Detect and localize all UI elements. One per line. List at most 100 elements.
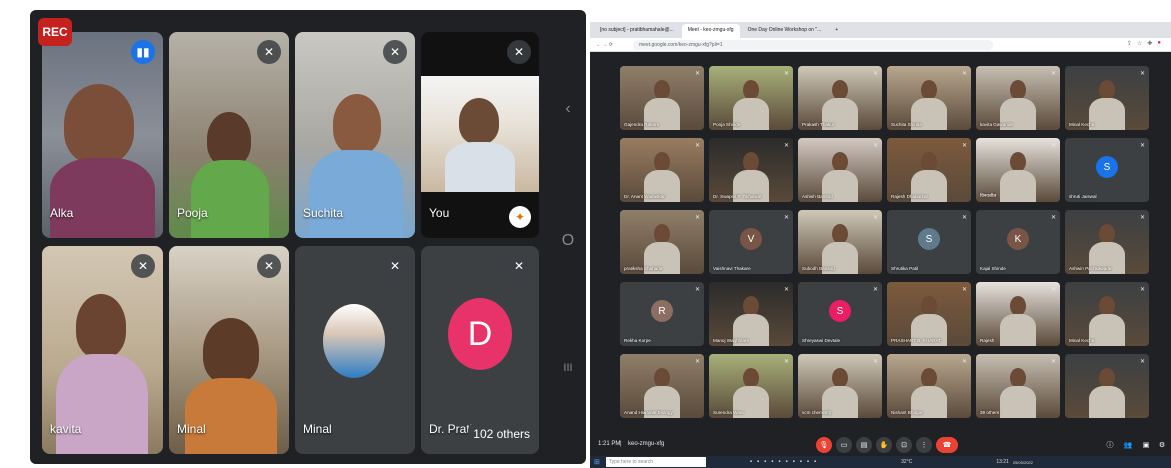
participant-video: [50, 158, 155, 238]
others-count-badge[interactable]: 102 others: [468, 424, 535, 444]
participant-tile[interactable]: S ✕ Shreyaswi Devtale: [798, 282, 882, 346]
participant-video: [887, 354, 971, 418]
captions-button[interactable]: ▤: [856, 437, 872, 453]
browser-tab[interactable]: Meet - keo-zmgu-xfg: [681, 24, 740, 38]
participant-tile[interactable]: ✕ kavita: [42, 246, 163, 454]
participant-tile[interactable]: ✕ kavita Gawande: [976, 66, 1060, 130]
participant-tile[interactable]: K ✕ Kajal Shinde: [976, 210, 1060, 274]
participant-tile[interactable]: ✕ Rajesh Dhabarkar: [887, 138, 971, 202]
participant-tile[interactable]: ✕ 39 others: [976, 354, 1060, 418]
participant-tile[interactable]: ✕ Prakash Thakur: [798, 66, 882, 130]
end-call-button[interactable]: ☎: [936, 437, 958, 453]
mic-off-icon: ✕: [961, 359, 967, 365]
share-icon[interactable]: ⇪: [1127, 40, 1132, 47]
participant-tile[interactable]: ✕ Minal: [295, 246, 415, 454]
participant-tile[interactable]: ✕ Nishant Bhagat: [887, 354, 971, 418]
camera-toggle-button[interactable]: ▭: [836, 437, 852, 453]
participant-tile[interactable]: ✕ Minal Keche: [1065, 66, 1149, 130]
participant-tile[interactable]: ✕ Rajesh: [976, 282, 1060, 346]
mic-off-icon: ✕: [694, 287, 700, 293]
participant-tile[interactable]: S ✕ Shrutika Patil: [887, 210, 971, 274]
participant-tile[interactable]: ✕ Pooja Shinde: [709, 66, 793, 130]
participant-name: pratiksha Shahade: [624, 266, 663, 271]
participant-tile[interactable]: ✕ Pooja: [169, 32, 289, 238]
recents-nav-button[interactable]: III: [548, 362, 588, 374]
clock: 13:21: [996, 459, 1009, 465]
info-icon[interactable]: ⓘ: [1102, 437, 1118, 453]
participant-tile[interactable]: ✕: [1065, 354, 1149, 418]
participant-tile[interactable]: ✕ Surendra Wani: [709, 354, 793, 418]
mic-off-icon: ✕: [383, 254, 407, 278]
profile-icon[interactable]: ●: [1157, 40, 1161, 47]
star-icon[interactable]: ☆: [1137, 40, 1142, 47]
activities-icon[interactable]: ⚙: [1154, 437, 1170, 453]
participant-video: [1065, 210, 1149, 274]
present-button[interactable]: ⊡: [896, 437, 912, 453]
participant-tile[interactable]: R ✕ Rekha Korpe: [620, 282, 704, 346]
chat-icon[interactable]: ▣: [1138, 437, 1154, 453]
participant-tile[interactable]: ✕ Gajendra Rahore: [620, 66, 704, 130]
participant-tile[interactable]: D ✕ Dr. Pratib 102 others: [421, 246, 539, 454]
people-icon[interactable]: 👥: [1120, 437, 1136, 453]
participant-tile[interactable]: ✕ Suchita Shinde: [887, 66, 971, 130]
mic-off-icon: ✕: [1050, 359, 1056, 365]
participant-tile[interactable]: ✕ Dr. Swapnil P. Tikhande: [709, 138, 793, 202]
participant-name: Dr. Swapnil P. Tikhande: [713, 194, 762, 199]
mic-off-icon: ✕: [507, 40, 531, 64]
mic-off-icon: ✕: [1050, 71, 1056, 77]
participant-tile[interactable]: ✕ Minal Keche: [1065, 282, 1149, 346]
participant-tile[interactable]: ✕ Manoj Waghmare: [709, 282, 793, 346]
participant-tile[interactable]: ✕ Ashwin Pachkawade: [1065, 210, 1149, 274]
participant-tile[interactable]: ✕ PRASHANT B. KHARAT: [887, 282, 971, 346]
participant-video: [976, 66, 1060, 130]
back-nav-button[interactable]: ‹: [548, 100, 588, 118]
participant-tile[interactable]: ✕ Minal: [169, 246, 289, 454]
taskbar-search-box[interactable]: Type here to search: [605, 457, 706, 467]
effects-icon[interactable]: ✦: [509, 206, 531, 228]
participant-video: [620, 66, 704, 130]
mic-off-icon: ✕: [694, 359, 700, 365]
participant-tile[interactable]: ✕ pratiksha Shahade: [620, 210, 704, 274]
participant-tile[interactable]: ✕ Ashish Bansod: [798, 138, 882, 202]
reload-icon[interactable]: ⟳: [609, 42, 613, 48]
forward-icon[interactable]: →: [602, 42, 607, 48]
home-nav-button[interactable]: O: [548, 232, 588, 250]
mic-off-icon: ✕: [961, 71, 967, 77]
participant-tile[interactable]: ▮▮ Alka: [42, 32, 163, 238]
participant-tile[interactable]: ✕ विनयशील: [976, 138, 1060, 202]
raise-hand-button[interactable]: ✋: [876, 437, 892, 453]
participant-video: [798, 210, 882, 274]
mic-off-icon: ✕: [1139, 215, 1145, 221]
mic-off-icon: ✕: [1050, 143, 1056, 149]
mic-toggle-button[interactable]: 🎙: [816, 437, 832, 453]
back-icon[interactable]: ←: [596, 42, 601, 48]
participant-tile[interactable]: ✕ Subodh Bansod: [798, 210, 882, 274]
participant-video: [887, 138, 971, 202]
extensions-icon[interactable]: ✚: [1147, 40, 1152, 47]
participant-tile[interactable]: ✕ vcm chemistry: [798, 354, 882, 418]
address-bar[interactable]: meet.google.com/keo-zmgu-xfg?pli=1: [632, 39, 993, 50]
windows-start-icon[interactable]: ⊞: [594, 458, 600, 466]
participant-tile[interactable]: S ✕ shruti Jaiswal: [1065, 138, 1149, 202]
participant-name: Alka: [50, 206, 74, 220]
participant-name: Nishant Bhagat: [891, 410, 923, 415]
participant-name: Vaishnavi Thakare: [713, 266, 751, 271]
participant-name: विनयशील: [980, 193, 997, 198]
participant-avatar: [323, 304, 385, 378]
participant-tile[interactable]: V ✕ Vaishnavi Thakare: [709, 210, 793, 274]
mic-off-icon: ✕: [872, 215, 878, 221]
meet-control-bar: 1:21 PM | keo-zmgu-xfg 🎙 ▭ ▤ ✋ ⊡ ⋮ ☎ ⓘ 👥…: [590, 434, 1171, 456]
new-tab-button[interactable]: +: [829, 24, 844, 38]
browser-tab[interactable]: [no subject] - pratibhamahale@...: [594, 24, 680, 38]
meeting-code: keo-zmgu-xfg: [628, 441, 665, 447]
participant-tile[interactable]: ✕ ✦ You: [421, 32, 539, 238]
participant-tile[interactable]: ✕ Dr. Anant Wadaskar: [620, 138, 704, 202]
participant-name: Ashish Bansod: [802, 194, 833, 199]
mic-off-icon: ✕: [1139, 287, 1145, 293]
more-options-button[interactable]: ⋮: [916, 437, 932, 453]
participant-tile[interactable]: ✕ Anand Hiwarale Biology: [620, 354, 704, 418]
taskbar-app-icons[interactable]: ▪▪▪▪▪▪▪▪▪▪: [750, 459, 821, 465]
browser-tab[interactable]: One Day Online Workshop on "...: [742, 24, 828, 38]
participant-tile[interactable]: ✕ Suchita: [295, 32, 415, 238]
participant-video: [207, 112, 251, 166]
